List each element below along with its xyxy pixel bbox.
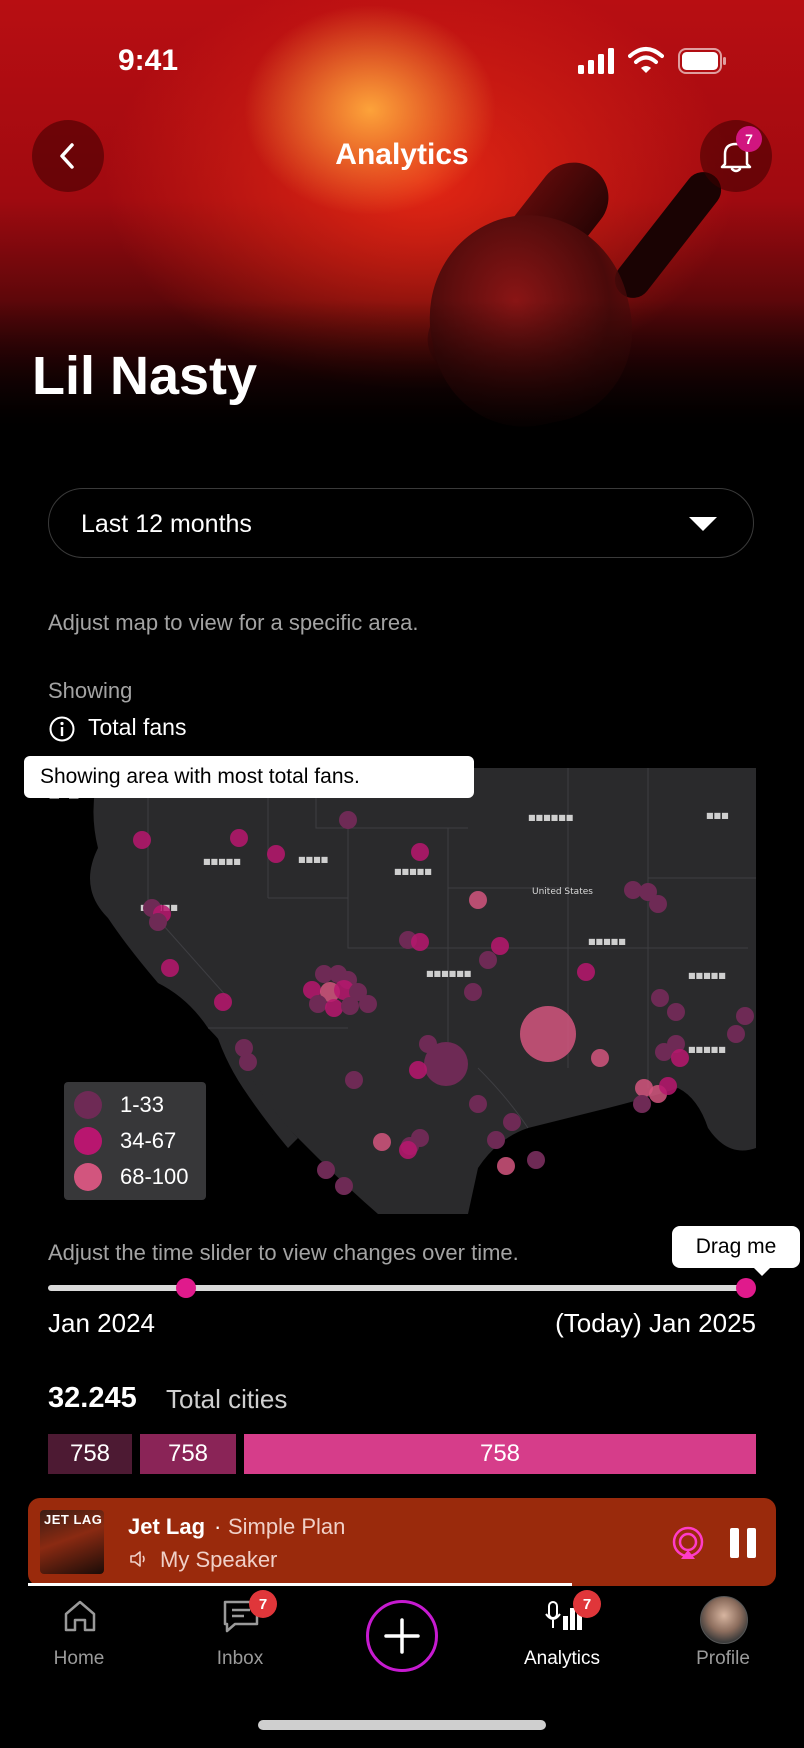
tab-analytics[interactable]: 7 Analytics: [487, 1590, 637, 1706]
svg-text:■■■■■: ■■■■■: [588, 937, 626, 946]
total-cities-value: 32.245: [48, 1382, 137, 1414]
map-hint: Adjust map to view for a specific area.: [48, 610, 419, 635]
artist-name: Lil Nasty: [32, 346, 258, 406]
legend-swatch: [74, 1127, 102, 1155]
showing-label: Showing: [48, 678, 133, 703]
legend-swatch: [74, 1163, 102, 1191]
home-icon: [64, 1600, 96, 1632]
time-slider-end-label: (Today) Jan 2025: [555, 1308, 756, 1338]
tab-inbox[interactable]: 7 Inbox: [165, 1590, 315, 1706]
svg-text:■■■■■: ■■■■■: [203, 857, 241, 866]
map-label-country: United States: [532, 887, 593, 897]
map-legend: 1-33 34-67 68-100: [64, 1082, 206, 1200]
inbox-badge: 7: [249, 1590, 277, 1618]
time-slider-end-handle[interactable]: [736, 1278, 756, 1298]
svg-text:■■■■■■: ■■■■■■: [528, 813, 573, 822]
tab-home[interactable]: Home: [4, 1596, 154, 1706]
svg-text:■■■■■: ■■■■■: [688, 971, 726, 980]
time-slider-track[interactable]: [48, 1285, 746, 1291]
legend-item: 68-100: [74, 1162, 189, 1192]
legend-label: 68-100: [120, 1164, 189, 1189]
svg-text:■■■■■: ■■■■■: [394, 867, 432, 876]
track-title: Jet Lag: [128, 1514, 206, 1539]
legend-item: 1-33: [74, 1090, 164, 1120]
page-title: Analytics: [335, 138, 469, 171]
total-cities-label: Total cities: [166, 1384, 288, 1414]
album-art: JET LAG: [40, 1510, 104, 1574]
legend-item: 34-67: [74, 1126, 176, 1156]
plus-icon: [384, 1618, 420, 1654]
speaker-icon: [130, 1551, 145, 1567]
notification-badge: 7: [736, 126, 762, 152]
airplay-icon[interactable]: [670, 1526, 706, 1562]
svg-text:■■■■■: ■■■■■: [688, 1045, 726, 1054]
caret-down-icon: [689, 517, 717, 531]
playback-progress: [28, 1583, 572, 1586]
cities-segment-low: 758: [48, 1434, 132, 1474]
drag-tooltip: Drag me: [672, 1226, 800, 1268]
metric-tooltip: Showing area with most total fans.: [24, 756, 474, 798]
track-artist: Simple Plan: [228, 1514, 346, 1539]
wifi-icon: [628, 47, 664, 73]
home-indicator: [258, 1720, 546, 1730]
battery-icon: [678, 48, 726, 74]
track-separator: ·: [214, 1514, 222, 1539]
add-button[interactable]: [366, 1600, 438, 1672]
time-slider-start-handle[interactable]: [176, 1278, 196, 1298]
metric-selector[interactable]: Total fans: [88, 714, 186, 741]
period-dropdown-value: Last 12 months: [81, 510, 252, 538]
album-art-title: JET LAG: [44, 1512, 103, 1527]
time-slider-hint: Adjust the time slider to view changes o…: [48, 1240, 519, 1265]
notifications-button[interactable]: [700, 120, 772, 192]
cities-segment-high: 758: [244, 1434, 756, 1474]
svg-text:■■■■■■: ■■■■■■: [426, 969, 471, 978]
fan-map[interactable]: ■■■■■■ ■■■■■ ■■■■ ■■■■■ ■■■■■ United Sta…: [48, 768, 756, 1214]
legend-label: 34-67: [120, 1128, 177, 1153]
avatar: [700, 1596, 748, 1644]
svg-text:■■■■: ■■■■: [298, 855, 328, 864]
tab-label: Analytics: [523, 1648, 601, 1669]
time-slider-start-label: Jan 2024: [48, 1308, 155, 1338]
cities-segment-mid: 758: [140, 1434, 236, 1474]
analytics-badge: 7: [573, 1590, 601, 1618]
pause-icon[interactable]: [728, 1526, 758, 1560]
legend-swatch: [74, 1091, 102, 1119]
drag-tooltip-arrow: [752, 1266, 772, 1276]
output-device: My Speaker: [160, 1547, 278, 1572]
tab-label: Inbox: [216, 1648, 264, 1669]
tab-label: Home: [53, 1648, 105, 1669]
mini-player[interactable]: JET LAG Jet Lag · Simple Plan My Speaker: [28, 1498, 776, 1586]
tab-label: Profile: [696, 1648, 750, 1669]
period-dropdown[interactable]: Last 12 months: [48, 488, 754, 558]
status-time: 9:41: [118, 44, 179, 77]
tab-profile[interactable]: Profile: [648, 1596, 798, 1706]
info-icon[interactable]: [48, 715, 76, 743]
hero-microphone: [607, 164, 729, 306]
legend-label: 1-33: [120, 1092, 165, 1117]
cellular-signal-icon: [578, 48, 614, 74]
svg-text:■■■: ■■■: [706, 811, 729, 820]
